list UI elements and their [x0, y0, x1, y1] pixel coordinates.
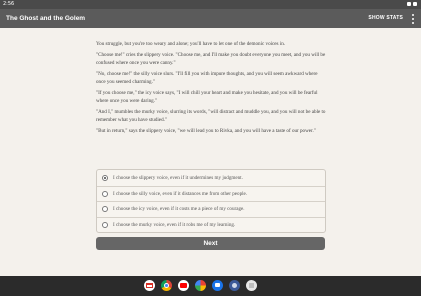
status-bar: 2:56	[0, 0, 421, 9]
messages-icon[interactable]	[212, 280, 223, 291]
app-bar: The Ghost and the Golem SHOW STATS	[0, 9, 421, 28]
choice-label: I choose the icy voice, even if it costs…	[113, 206, 245, 213]
radio-button[interactable]	[102, 190, 108, 197]
story-paragraph: "And I," mumbles the murky voice, slurri…	[96, 109, 326, 123]
story-paragraph: "Choose me!" cries the slippery voice. "…	[96, 52, 326, 66]
story-paragraph: "No, choose me!" the silly voice slurs. …	[96, 71, 318, 85]
youtube-icon[interactable]	[178, 280, 189, 291]
taskbar	[0, 276, 421, 296]
choice-label: I choose the murky voice, even if it rob…	[113, 221, 236, 228]
radio-button[interactable]	[102, 221, 108, 228]
radio-button[interactable]	[102, 206, 108, 213]
chrome-icon[interactable]	[161, 280, 172, 291]
app-launcher-icon[interactable]	[246, 280, 257, 291]
choice-list: I choose the slippery voice, even if it …	[96, 169, 326, 233]
story-paragraph: "If you choose me," the icy voice says, …	[96, 90, 318, 104]
gmail-icon[interactable]	[144, 280, 155, 291]
next-button[interactable]: Next	[96, 237, 325, 250]
app-icon[interactable]	[229, 280, 240, 291]
show-stats-button[interactable]: SHOW STATS	[368, 9, 403, 28]
story-text: You struggle, but you're too weary and a…	[96, 40, 326, 138]
choice-label: I choose the slippery voice, even if it …	[113, 174, 243, 181]
wifi-icon	[407, 2, 411, 6]
app-dock	[144, 280, 257, 291]
choice-option[interactable]: I choose the icy voice, even if it costs…	[97, 201, 325, 217]
story-paragraph: "But in return," says the slippery voice…	[96, 128, 316, 134]
app-title: The Ghost and the Golem	[6, 15, 86, 22]
choice-option[interactable]: I choose the slippery voice, even if it …	[97, 170, 325, 186]
photos-icon[interactable]	[195, 280, 206, 291]
story-paragraph: You struggle, but you're too weary and a…	[96, 41, 286, 47]
choice-label: I choose the silly voice, even if it dis…	[113, 190, 248, 197]
overflow-menu-icon[interactable]	[411, 14, 415, 24]
choice-option[interactable]: I choose the murky voice, even if it rob…	[97, 216, 325, 233]
system-icons	[407, 2, 417, 6]
radio-button-selected[interactable]	[102, 174, 108, 181]
choice-option[interactable]: I choose the silly voice, even if it dis…	[97, 185, 325, 202]
battery-icon	[413, 2, 417, 6]
status-time: 2:56	[3, 1, 15, 7]
